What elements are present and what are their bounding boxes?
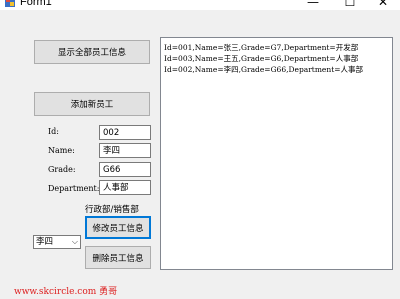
department-hint-label: 行政部/销售部 bbox=[85, 205, 139, 215]
minimize-button[interactable]: — bbox=[298, 0, 328, 10]
maximize-button[interactable]: ☐ bbox=[335, 0, 365, 10]
id-label: Id: bbox=[48, 127, 59, 136]
id-input[interactable]: 002 bbox=[99, 125, 151, 140]
department-input[interactable]: 人事部 bbox=[99, 180, 151, 195]
add-employee-button[interactable]: 添加新员工 bbox=[34, 92, 150, 116]
list-item[interactable]: Id=001,Name=张三,Grade=G7,Department=开发部 bbox=[164, 42, 389, 53]
show-all-employees-button[interactable]: 显示全部员工信息 bbox=[34, 40, 150, 64]
department-label: Department: bbox=[48, 184, 100, 193]
chevron-down-icon[interactable]: ⌵ bbox=[72, 236, 78, 248]
app-icon bbox=[5, 0, 15, 7]
name-label: Name: bbox=[48, 146, 75, 155]
grade-input[interactable]: G66 bbox=[99, 162, 151, 177]
employee-select[interactable]: 李四 ⌵ bbox=[33, 235, 81, 249]
title-bar: Form1 — ☐ ✕ bbox=[0, 0, 400, 10]
employee-select-value: 李四 bbox=[36, 237, 54, 247]
list-item[interactable]: Id=002,Name=李四,Grade=G66,Department=人事部 bbox=[164, 64, 389, 75]
window-title: Form1 bbox=[20, 0, 52, 8]
watermark-text: www.skcircle.com 勇哥 bbox=[14, 287, 118, 297]
name-input[interactable]: 李四 bbox=[99, 143, 151, 158]
employee-listbox[interactable]: Id=001,Name=张三,Grade=G7,Department=开发部 I… bbox=[160, 37, 393, 270]
grade-label: Grade: bbox=[48, 165, 76, 174]
delete-employee-button[interactable]: 删除员工信息 bbox=[85, 246, 151, 269]
list-item[interactable]: Id=003,Name=王五,Grade=G6,Department=人事部 bbox=[164, 53, 389, 64]
modify-employee-button[interactable]: 修改员工信息 bbox=[85, 216, 151, 239]
close-button[interactable]: ✕ bbox=[368, 0, 398, 10]
